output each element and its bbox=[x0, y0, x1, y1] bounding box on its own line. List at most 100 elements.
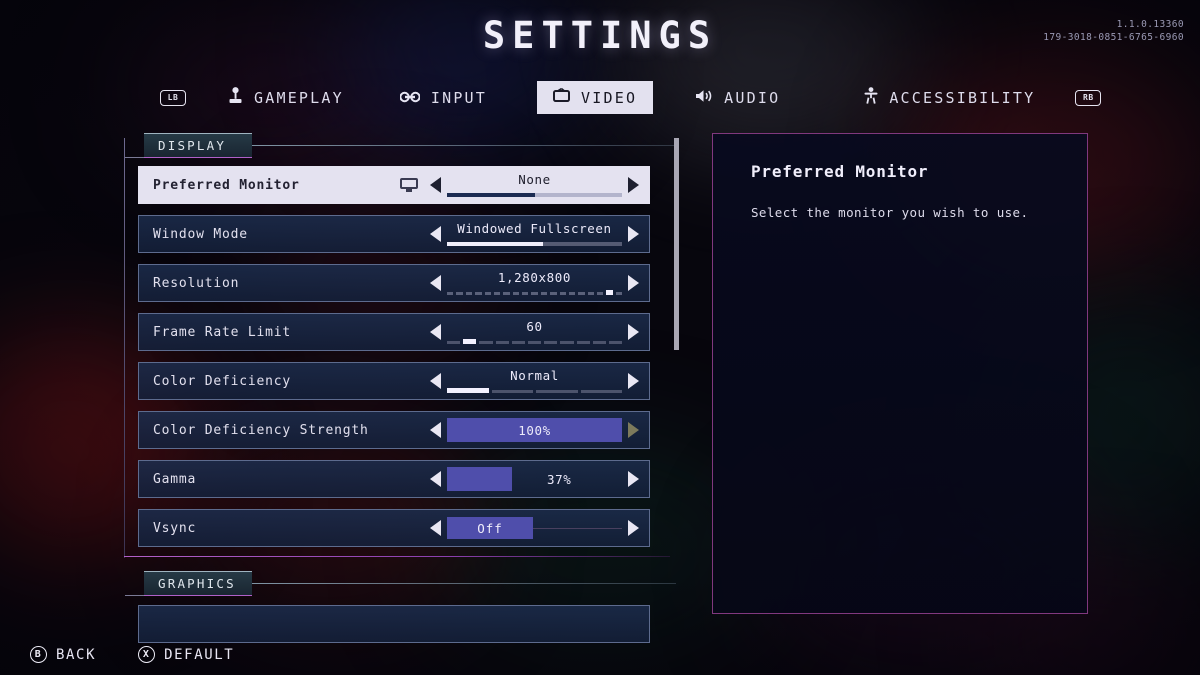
back-button-label: BACK bbox=[56, 646, 97, 663]
slider-segment bbox=[540, 292, 548, 295]
setting-value-slider[interactable]: Windowed Fullscreen bbox=[447, 220, 622, 248]
slider-segment bbox=[550, 292, 557, 295]
setting-value: 60 bbox=[526, 319, 543, 334]
setting-value: 1,280x800 bbox=[497, 270, 572, 285]
increase-arrow[interactable] bbox=[628, 226, 639, 242]
slider-segment bbox=[503, 292, 510, 295]
slider-segment bbox=[495, 341, 509, 344]
decrease-arrow[interactable] bbox=[430, 226, 441, 242]
scrollbar-thumb[interactable] bbox=[674, 138, 679, 350]
slider-segment bbox=[527, 341, 542, 344]
tab-bar: LB GAMEPLAY INPUT VIDEO AUDIO ACCESSIBIL… bbox=[160, 80, 1102, 115]
decrease-arrow[interactable] bbox=[430, 177, 441, 193]
setting-label: Window Mode bbox=[153, 226, 248, 242]
back-button[interactable]: B BACK bbox=[30, 646, 96, 663]
version-number: 1.1.0.13360 bbox=[1116, 19, 1184, 30]
setting-value-slider[interactable]: Normal bbox=[447, 367, 622, 395]
section-tag-graphics: GRAPHICS bbox=[125, 571, 252, 596]
increase-arrow[interactable] bbox=[628, 177, 639, 193]
decrease-arrow[interactable] bbox=[430, 422, 441, 438]
info-panel: Preferred Monitor Select the monitor you… bbox=[712, 133, 1088, 614]
increase-arrow bbox=[628, 422, 639, 438]
slider-segment bbox=[587, 292, 594, 295]
person-icon bbox=[864, 87, 878, 108]
setting-row-gamma[interactable]: Gamma 37% bbox=[138, 460, 650, 498]
page-title: SETTINGS bbox=[482, 14, 718, 57]
slider-segment bbox=[597, 292, 604, 295]
decrease-arrow[interactable] bbox=[430, 520, 441, 536]
slider-segment bbox=[606, 290, 613, 295]
decrease-arrow[interactable] bbox=[430, 471, 441, 487]
tab-audio[interactable]: AUDIO bbox=[679, 82, 796, 114]
slider-segment bbox=[580, 390, 622, 393]
slider-segment bbox=[576, 341, 590, 344]
info-title: Preferred Monitor bbox=[751, 162, 929, 181]
left-bumper-icon: LB bbox=[160, 89, 186, 106]
increase-arrow[interactable] bbox=[628, 275, 639, 291]
setting-value: Normal bbox=[510, 368, 559, 383]
slider-track bbox=[447, 290, 623, 295]
setting-label: Preferred Monitor bbox=[153, 177, 300, 193]
setting-row-window-mode[interactable]: Window Mode Windowed Fullscreen bbox=[138, 215, 650, 253]
slider-segment bbox=[475, 292, 482, 295]
tab-gameplay[interactable]: GAMEPLAY bbox=[212, 80, 360, 115]
slider-segment bbox=[463, 339, 477, 344]
increase-arrow[interactable] bbox=[628, 324, 639, 340]
slider-segment bbox=[493, 292, 501, 295]
setting-value-toggle[interactable]: Off bbox=[447, 516, 622, 540]
increase-arrow[interactable] bbox=[628, 471, 639, 487]
tab-input[interactable]: INPUT bbox=[384, 82, 503, 114]
setting-row-vsync[interactable]: Vsync Off bbox=[138, 509, 650, 547]
setting-label: Color Deficiency bbox=[153, 373, 292, 389]
slider-segment bbox=[615, 292, 623, 295]
info-description: Select the monitor you wish to use. bbox=[751, 205, 1029, 220]
slider-segment bbox=[447, 388, 489, 393]
monitor-icon bbox=[400, 178, 418, 192]
section-header-display: DISPLAY bbox=[125, 133, 676, 158]
monitor-icon bbox=[553, 87, 571, 107]
tab-accessibility-label: ACCESSIBILITY bbox=[889, 88, 1036, 107]
panel-bottom-border bbox=[124, 556, 670, 557]
setting-row-preferred-monitor[interactable]: Preferred Monitor None bbox=[138, 166, 650, 204]
setting-value-slider[interactable]: 37% bbox=[447, 467, 622, 491]
tab-video[interactable]: VIDEO bbox=[537, 81, 654, 114]
tab-accessibility[interactable]: ACCESSIBILITY bbox=[848, 80, 1051, 115]
setting-value-slider[interactable]: 60 bbox=[447, 318, 623, 346]
tab-audio-label: AUDIO bbox=[724, 88, 781, 107]
decrease-arrow[interactable] bbox=[430, 373, 441, 389]
slider-segment bbox=[511, 341, 525, 344]
decrease-arrow[interactable] bbox=[430, 324, 441, 340]
slider-segment bbox=[465, 292, 473, 295]
settings-scrollbar[interactable] bbox=[674, 138, 679, 556]
tab-video-label: VIDEO bbox=[581, 88, 638, 107]
increase-arrow[interactable] bbox=[628, 520, 639, 536]
setting-value-slider[interactable]: None bbox=[447, 171, 622, 199]
version-info: 1.1.0.13360 179-3018-0851-6765-6960 bbox=[1043, 18, 1184, 44]
slider-segment bbox=[536, 390, 578, 393]
slider-track bbox=[447, 339, 623, 344]
setting-row-color-deficiency[interactable]: Color Deficiency Normal bbox=[138, 362, 650, 400]
setting-value-slider[interactable]: 1,280x800 bbox=[447, 269, 623, 297]
slider-segment bbox=[512, 292, 519, 295]
setting-row-color-deficiency-strength[interactable]: Color Deficiency Strength 100% bbox=[138, 411, 650, 449]
right-bumper-icon: RB bbox=[1075, 89, 1102, 106]
setting-row-graphics-partial[interactable] bbox=[138, 605, 650, 643]
setting-row-resolution[interactable]: Resolution 1,280x800 bbox=[138, 264, 650, 302]
setting-value-slider[interactable]: 100% bbox=[447, 418, 622, 442]
slider-segment bbox=[447, 292, 454, 295]
slider-segment bbox=[491, 390, 533, 393]
slider-segment bbox=[560, 341, 574, 344]
slider-segment bbox=[522, 292, 529, 295]
decrease-arrow[interactable] bbox=[430, 275, 441, 291]
tab-input-label: INPUT bbox=[430, 88, 488, 107]
slider-segment bbox=[608, 341, 623, 344]
setting-value: 37% bbox=[547, 471, 572, 487]
slider-segment bbox=[479, 341, 493, 344]
section-header-graphics: GRAPHICS bbox=[125, 571, 676, 596]
setting-row-frame-rate-limit[interactable]: Frame Rate Limit 60 bbox=[138, 313, 650, 351]
setting-label: Gamma bbox=[153, 471, 197, 487]
default-button[interactable]: X DEFAULT bbox=[138, 646, 234, 663]
increase-arrow[interactable] bbox=[628, 373, 639, 389]
slider-segment bbox=[592, 341, 606, 344]
setting-label: Frame Rate Limit bbox=[153, 324, 292, 340]
